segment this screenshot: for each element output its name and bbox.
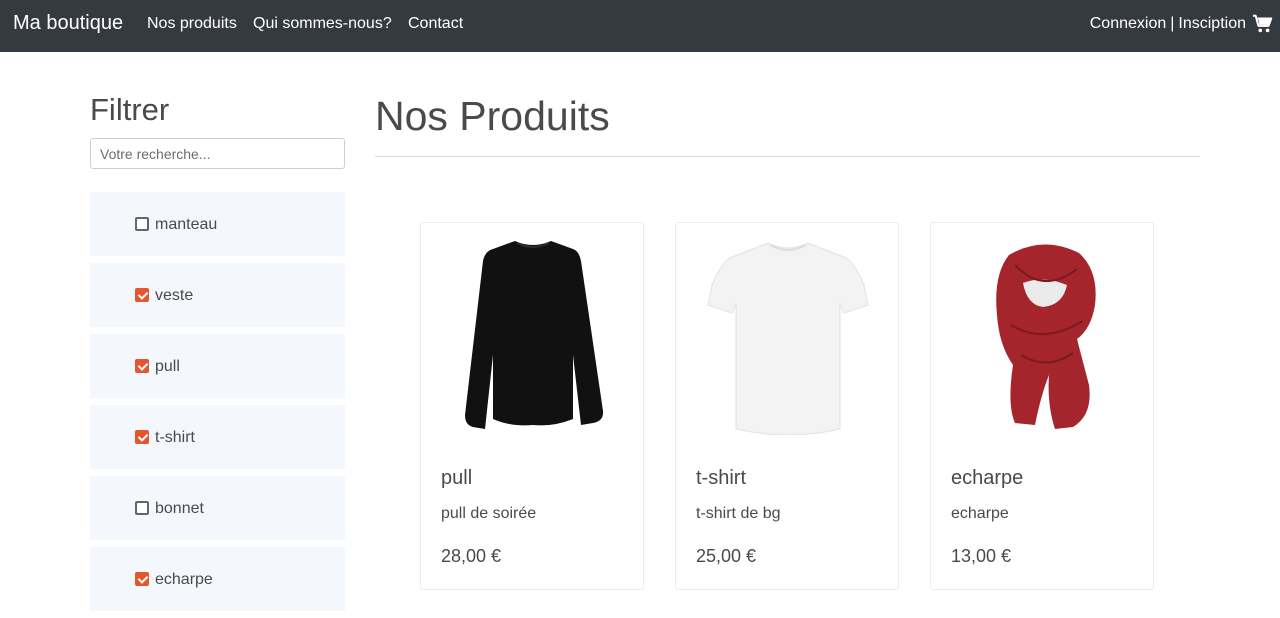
filter-title: Filtrer: [90, 92, 170, 127]
product-price: 28,00 €: [441, 546, 502, 566]
checkbox[interactable]: [135, 359, 149, 373]
product-name[interactable]: echarpe: [951, 467, 1023, 490]
category-filter-list: manteau veste pull t-shirt bonnet echarp…: [90, 192, 345, 618]
product-card-echarpe[interactable]: echarpe echarpe 13,00 €: [930, 222, 1154, 590]
nav-link-about[interactable]: Qui sommes-nous?: [253, 15, 392, 33]
product-image-white-t-shirt[interactable]: [696, 235, 880, 436]
product-card-pull[interactable]: pull pull de soirée 28,00 €: [420, 222, 644, 590]
category-item-pull[interactable]: pull: [90, 334, 345, 398]
category-label: manteau: [155, 216, 218, 233]
search-input[interactable]: [90, 138, 345, 169]
product-image-black-long-sleeve-shirt[interactable]: [441, 235, 625, 435]
product-name[interactable]: pull: [441, 467, 472, 490]
register-link[interactable]: Insciption: [1178, 15, 1246, 33]
category-item-veste[interactable]: veste: [90, 263, 345, 327]
category-label: t-shirt: [155, 429, 195, 446]
checkbox[interactable]: [135, 217, 149, 231]
product-description: echarpe: [951, 505, 1009, 522]
checkbox[interactable]: [135, 501, 149, 515]
product-description: pull de soirée: [441, 505, 537, 522]
cart-icon[interactable]: [1252, 13, 1274, 35]
separator: |: [1170, 15, 1175, 32]
category-item-manteau[interactable]: manteau: [90, 192, 345, 256]
page-title: Nos Produits: [375, 93, 610, 139]
nav-link-contact[interactable]: Contact: [408, 15, 463, 33]
checkbox[interactable]: [135, 572, 149, 586]
product-description: t-shirt de bg: [696, 505, 781, 522]
product-card-t-shirt[interactable]: t-shirt t-shirt de bg 25,00 €: [675, 222, 899, 590]
product-price: 25,00 €: [696, 546, 757, 566]
category-item-echarpe[interactable]: echarpe: [90, 547, 345, 611]
top-navbar: Ma boutique Nos produits Qui sommes-nous…: [0, 0, 1280, 52]
category-label: bonnet: [155, 500, 204, 517]
login-link[interactable]: Connexion: [1090, 15, 1167, 33]
product-price: 13,00 €: [951, 546, 1012, 566]
brand-link[interactable]: Ma boutique: [13, 12, 123, 35]
nav-link-products[interactable]: Nos produits: [147, 15, 237, 33]
checkbox[interactable]: [135, 430, 149, 444]
divider: [375, 156, 1200, 157]
category-label: echarpe: [155, 571, 213, 588]
checkbox[interactable]: [135, 288, 149, 302]
product-image-red-scarf[interactable]: [951, 235, 1135, 435]
category-item-t-shirt[interactable]: t-shirt: [90, 405, 345, 469]
product-name[interactable]: t-shirt: [696, 467, 746, 490]
category-item-bonnet[interactable]: bonnet: [90, 476, 345, 540]
category-label: veste: [155, 287, 194, 304]
account-links: Connexion | Insciption: [1090, 13, 1274, 35]
category-label: pull: [155, 358, 180, 375]
